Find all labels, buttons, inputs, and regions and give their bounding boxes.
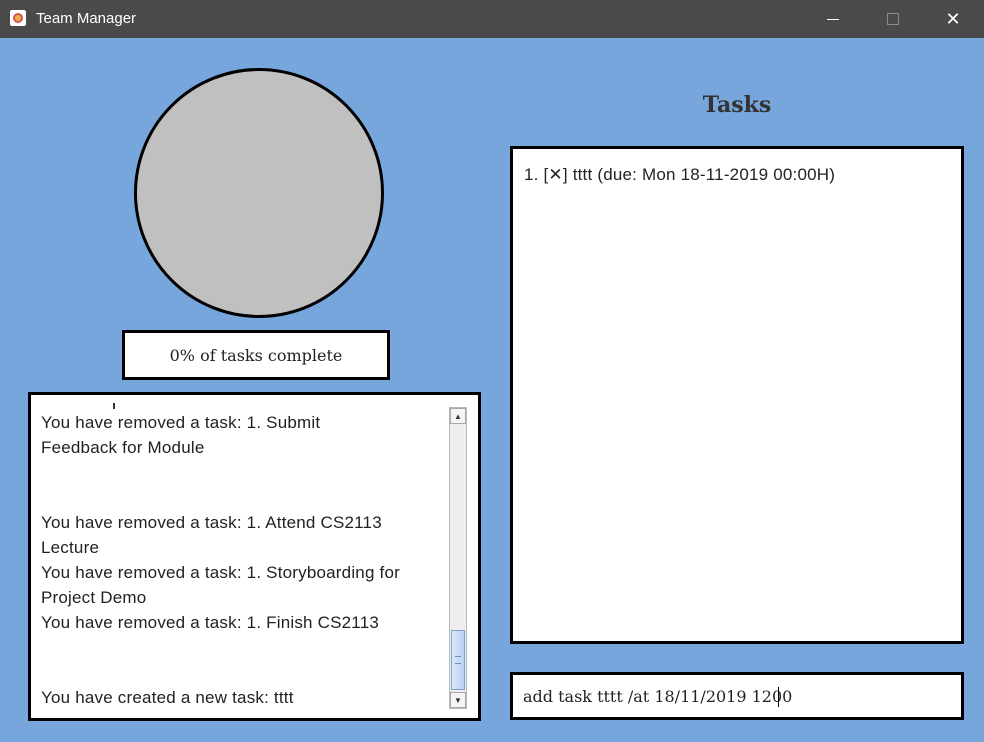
log-line: You have removed a task: 1. Attend CS211…: [41, 513, 382, 532]
log-line: You have removed a task: 1. Finish CS211…: [41, 613, 380, 632]
progress-label: 0% of tasks complete: [169, 345, 343, 365]
log-line: Lecture: [41, 538, 100, 557]
close-button[interactable]: ✕: [924, 0, 982, 38]
task-list[interactable]: 1. [✕] tttt (due: Mon 18-11-2019 00:00H): [510, 146, 964, 644]
scroll-up-button[interactable]: ▲: [450, 408, 466, 424]
java-app-icon: [10, 10, 26, 26]
log-scrollbar[interactable]: ▲ ▼: [449, 407, 467, 709]
scroll-up-arrow-icon: ▲: [454, 411, 462, 421]
scroll-grip-icon: [455, 656, 461, 664]
scroll-down-button[interactable]: ▼: [450, 692, 466, 708]
task-item[interactable]: 1. [✕] tttt (due: Mon 18-11-2019 00:00H): [524, 165, 835, 185]
maximize-button[interactable]: [864, 0, 922, 38]
log-tick-mark: [113, 403, 115, 409]
log-text: You have removed a task: 1. Submit Feedb…: [41, 410, 446, 710]
log-line: You have removed a task: 1. Submit: [41, 413, 321, 432]
scroll-thumb[interactable]: [451, 630, 465, 690]
minimize-icon: [827, 18, 839, 20]
log-line: You have created a new task: tttt: [41, 688, 294, 707]
progress-circle: [134, 68, 384, 318]
command-input[interactable]: [513, 675, 961, 717]
log-line: Project Demo: [41, 588, 147, 607]
text-caret: [778, 687, 779, 707]
close-icon: ✕: [945, 8, 961, 29]
message-log[interactable]: You have removed a task: 1. Submit Feedb…: [28, 392, 481, 721]
log-line: Feedback for Module: [41, 438, 205, 457]
command-box[interactable]: [510, 672, 964, 720]
tasks-heading: Tasks: [702, 92, 772, 118]
scroll-down-arrow-icon: ▼: [454, 695, 462, 705]
log-line: You have removed a task: 1. Storyboardin…: [41, 563, 400, 582]
maximize-icon: [887, 13, 899, 25]
progress-label-box: 0% of tasks complete: [122, 330, 390, 380]
minimize-button[interactable]: [804, 0, 862, 38]
window-title: Team Manager: [36, 10, 137, 27]
title-bar[interactable]: Team Manager ✕: [0, 0, 984, 38]
